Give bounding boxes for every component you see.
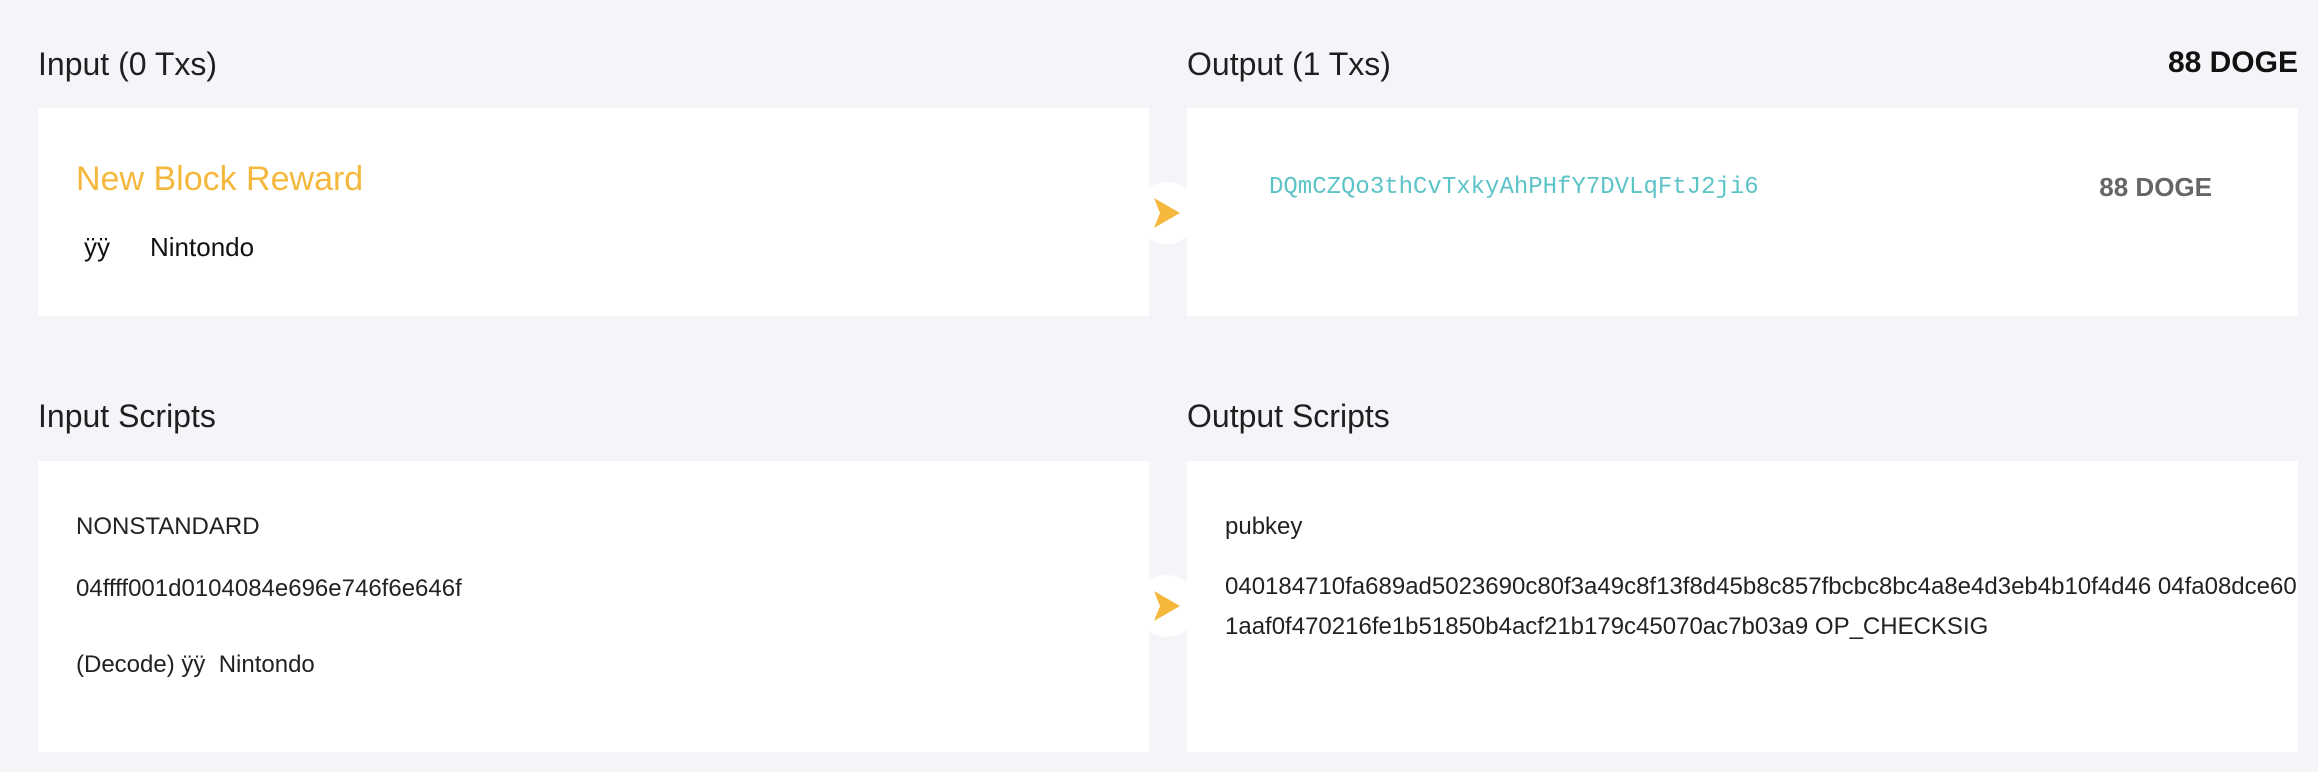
input-script-decoded: (Decode) ÿÿ Nintondo <box>76 651 315 678</box>
output-script-asm: 040184710fa689ad5023690c80f3a49c8f13f8d4… <box>1225 573 2297 640</box>
output-section-title: Output (1 Txs) <box>1187 46 1391 82</box>
input-script-type: NONSTANDARD <box>76 513 260 540</box>
input-script-hex: 04ffff001d0104084e696e746f6e646f <box>76 575 462 602</box>
input-card: New Block Reward ÿÿ Nintondo <box>38 108 1149 316</box>
block-reward-label: New Block Reward <box>76 160 364 198</box>
output-card: DQmCZQo3thCvTxkyAhPHfY7DVLqFtJ2ji6 88 DO… <box>1187 108 2298 316</box>
output-amount: 88 DOGE <box>2099 172 2212 202</box>
coinbase-prefix: ÿÿ <box>84 232 110 262</box>
output-scripts-title: Output Scripts <box>1187 398 1390 434</box>
coinbase-message: Nintondo <box>150 232 255 262</box>
input-section-title: Input (0 Txs) <box>38 46 218 82</box>
input-scripts-title: Input Scripts <box>38 398 216 434</box>
coinbase-text: ÿÿ Nintondo <box>84 232 254 263</box>
output-total: 88 DOGE <box>2167 46 2298 79</box>
output-address-link[interactable]: DQmCZQo3thCvTxkyAhPHfY7DVLqFtJ2ji6 <box>1269 174 1759 201</box>
input-scripts-card: NONSTANDARD 04ffff001d0104084e696e746f6e… <box>38 461 1149 752</box>
output-scripts-card: pubkey 040184710fa689ad5023690c80f3a49c8… <box>1187 461 2298 752</box>
output-script-type: pubkey <box>1225 513 1303 540</box>
